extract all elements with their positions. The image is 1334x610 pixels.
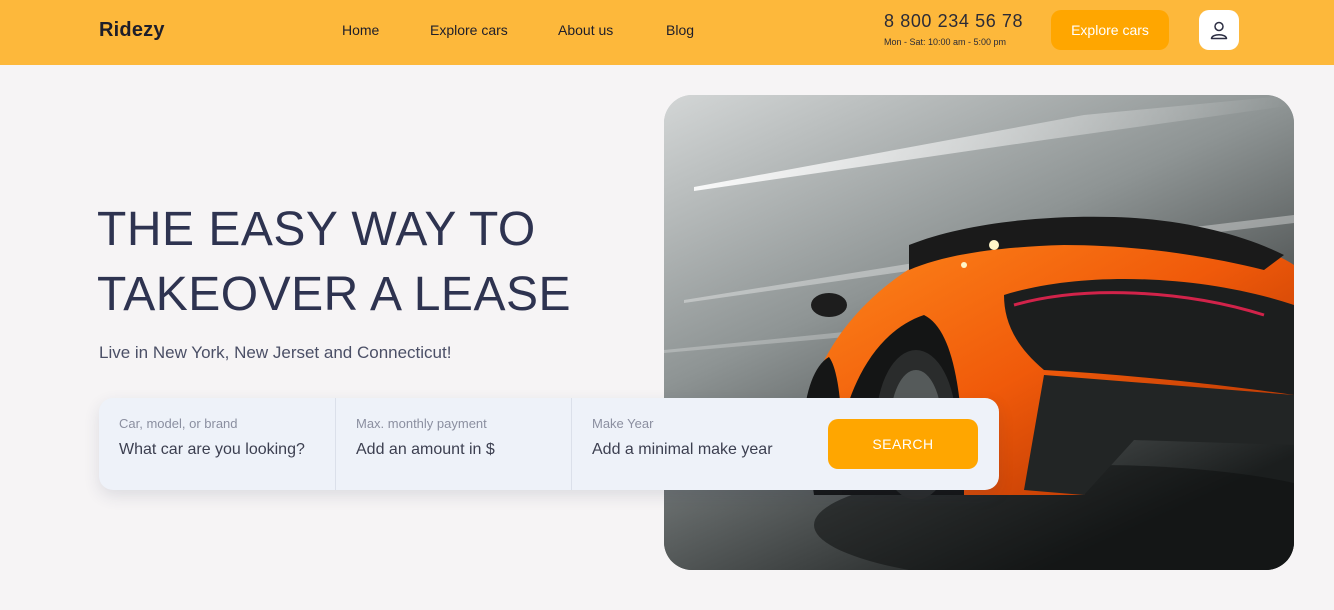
- payment-label: Max. monthly payment: [356, 416, 487, 431]
- make-year-field: Make Year: [571, 398, 811, 490]
- car-search-input[interactable]: [119, 441, 319, 459]
- phone-number[interactable]: 8 800 234 56 78: [884, 11, 1023, 32]
- nav-blog[interactable]: Blog: [666, 22, 694, 38]
- user-account-button[interactable]: [1199, 10, 1239, 50]
- top-header: Ridezy Home Explore cars About us Blog 8…: [0, 0, 1334, 65]
- hero-subtitle: Live in New York, New Jerset and Connect…: [99, 343, 452, 362]
- search-panel: Car, model, or brand Max. monthly paymen…: [99, 398, 999, 490]
- nav-explore-cars[interactable]: Explore cars: [430, 22, 508, 38]
- nav-about-us[interactable]: About us: [558, 22, 613, 38]
- hero-title: THE EASY WAY TO TAKEOVER A LEASE: [97, 197, 617, 327]
- car-search-label: Car, model, or brand: [119, 416, 238, 431]
- make-year-label: Make Year: [592, 416, 654, 431]
- car-search-field: Car, model, or brand: [99, 398, 335, 490]
- payment-input[interactable]: [356, 441, 556, 459]
- make-year-input[interactable]: [592, 441, 792, 459]
- payment-field: Max. monthly payment: [335, 398, 571, 490]
- logo[interactable]: Ridezy: [99, 19, 165, 42]
- user-icon: [1210, 21, 1228, 40]
- explore-cars-button[interactable]: Explore cars: [1051, 10, 1169, 50]
- nav-home[interactable]: Home: [342, 22, 379, 38]
- hero-title-line-2: TAKEOVER A LEASE: [97, 268, 571, 321]
- hero-title-line-1: THE EASY WAY TO: [97, 203, 536, 256]
- business-hours: Mon - Sat: 10:00 am - 5:00 pm: [884, 37, 1007, 47]
- hero-car-image: [664, 95, 1294, 570]
- search-button[interactable]: SEARCH: [828, 419, 978, 469]
